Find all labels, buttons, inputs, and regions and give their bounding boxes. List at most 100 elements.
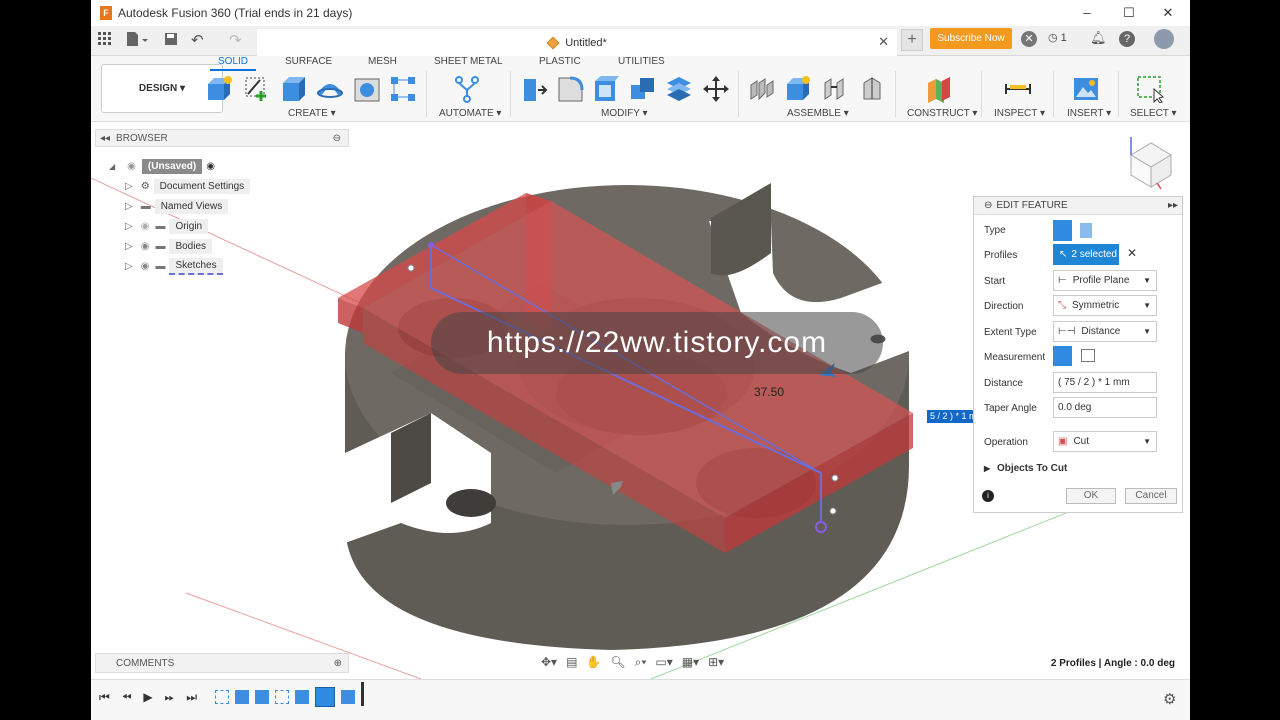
browser-item-named-views[interactable]: ▷ ▬ Named Views: [125, 197, 229, 215]
browser-root-item[interactable]: ◢ ◉ (Unsaved) ◉: [109, 157, 215, 175]
taper-angle-input[interactable]: 0.0 deg: [1053, 397, 1157, 418]
pan-icon[interactable]: ✋: [586, 655, 601, 669]
go-to-start-icon[interactable]: ⏮: [99, 690, 110, 705]
pattern-icon[interactable]: [389, 75, 417, 103]
timeline-settings-gear-icon[interactable]: ⚙: [1163, 690, 1176, 708]
insert-image-icon[interactable]: [1072, 75, 1100, 103]
joint-icon[interactable]: [821, 75, 849, 103]
tab-utilities[interactable]: UTILITIES: [618, 56, 665, 67]
help-icon[interactable]: ?: [1119, 31, 1135, 47]
construct-plane-icon[interactable]: [924, 75, 952, 103]
undo-icon[interactable]: ↶: [191, 31, 204, 49]
create-menu[interactable]: CREATE ▾: [288, 108, 336, 119]
document-tab[interactable]: Untitled* ✕: [257, 29, 897, 56]
workspace-switcher-button[interactable]: DESIGN ▾: [101, 64, 223, 113]
measure-icon[interactable]: [1004, 75, 1032, 103]
tab-mesh[interactable]: MESH: [368, 56, 397, 67]
distance-input[interactable]: ( 75 / 2 ) * 1 mm: [1053, 372, 1157, 393]
active-indicator-icon[interactable]: ◉: [206, 161, 215, 172]
display-settings-icon[interactable]: ▭▾: [655, 655, 672, 669]
timeline-sketch-icon[interactable]: [215, 690, 229, 704]
close-tab-icon[interactable]: ✕: [878, 34, 889, 50]
fit-icon[interactable]: ⌕▾: [635, 655, 647, 670]
press-pull-icon[interactable]: [520, 75, 548, 103]
browser-item-document-settings[interactable]: ▷ ⚙ Document Settings: [125, 177, 251, 195]
step-back-icon[interactable]: ⏪︎: [122, 690, 132, 705]
revolve-icon[interactable]: [316, 75, 344, 103]
canvas-viewport[interactable]: ◂◂ BROWSER ⊖ ◢ ◉ (Unsaved) ◉ ▷ ⚙ Documen…: [91, 123, 1190, 679]
ok-button[interactable]: OK: [1066, 488, 1116, 504]
subscribe-button[interactable]: Subscribe Now: [930, 28, 1012, 49]
viewports-icon[interactable]: ⊞▾: [708, 655, 724, 669]
edit-feature-header[interactable]: ⊖ EDIT FEATURE ▸▸: [974, 197, 1182, 215]
orbit-icon[interactable]: ✥▾: [541, 655, 557, 669]
inspect-menu[interactable]: INSPECT ▾: [994, 108, 1045, 119]
play-icon[interactable]: ▶: [143, 690, 152, 705]
combine-icon[interactable]: [629, 75, 657, 103]
eye-icon[interactable]: ◉: [141, 241, 150, 252]
tab-surface[interactable]: SURFACE: [285, 56, 332, 67]
start-select[interactable]: ⊢ Profile Plane ▼: [1053, 270, 1157, 291]
job-status[interactable]: ◷ 1: [1048, 31, 1067, 44]
browser-item-origin[interactable]: ▷ ◉ ▬ Origin: [125, 217, 209, 235]
extent-type-select[interactable]: ⊢⊣ Distance ▼: [1053, 321, 1157, 342]
type-thin-icon[interactable]: [1080, 223, 1092, 238]
browser-item-bodies[interactable]: ▷ ◉ ▬ Bodies: [125, 237, 213, 255]
close-window-button[interactable]: ✕: [1160, 5, 1176, 21]
chevron-right-icon[interactable]: ▷: [125, 181, 133, 192]
comments-panel[interactable]: COMMENTS ⊕: [95, 653, 349, 673]
cancel-button[interactable]: Cancel: [1125, 488, 1177, 504]
browser-pin-icon[interactable]: ⊖: [333, 133, 341, 144]
component-icon[interactable]: [784, 75, 812, 103]
move-icon[interactable]: [702, 75, 730, 103]
timeline-extrude-icon[interactable]: [341, 690, 355, 704]
grid-menu-icon[interactable]: [98, 32, 112, 46]
new-tab-button[interactable]: +: [901, 29, 923, 51]
eye-hidden-icon[interactable]: ◉: [141, 221, 150, 232]
create-sketch-icon[interactable]: [243, 75, 271, 103]
shell-icon[interactable]: [592, 75, 620, 103]
modify-menu[interactable]: MODIFY ▾: [601, 108, 648, 119]
collapse-icon[interactable]: ◂◂: [100, 133, 110, 144]
profiles-selection-button[interactable]: ↖ 2 selected: [1053, 244, 1119, 265]
expand-panel-icon[interactable]: ▸▸: [1168, 200, 1178, 211]
info-icon[interactable]: i: [982, 490, 994, 502]
automate-menu[interactable]: AUTOMATE ▾: [439, 108, 501, 119]
browser-header[interactable]: ◂◂ BROWSER ⊖: [95, 129, 349, 147]
tab-sheet-metal[interactable]: SHEET METAL: [434, 56, 503, 67]
objects-to-cut-toggle[interactable]: ▶ Objects To Cut: [984, 463, 1067, 474]
select-icon[interactable]: [1136, 75, 1164, 103]
extrude-icon[interactable]: [280, 75, 308, 103]
maximize-button[interactable]: ☐: [1121, 5, 1137, 21]
expand-triangle-icon[interactable]: ◢: [109, 162, 115, 171]
redo-icon[interactable]: ↷: [229, 31, 242, 49]
chevron-right-icon[interactable]: ▷: [125, 221, 133, 232]
measurement-symmetric-icon[interactable]: [1053, 346, 1072, 366]
go-to-end-icon[interactable]: ⏭: [186, 690, 197, 705]
timeline-active-feature-icon[interactable]: [315, 687, 335, 707]
browser-item-sketches[interactable]: ▷ ◉ ▬ Sketches: [125, 257, 223, 275]
notifications-bell-icon[interactable]: 🔔︎: [1090, 30, 1107, 46]
eye-icon[interactable]: ◉: [141, 261, 150, 272]
fillet-icon[interactable]: [556, 75, 584, 103]
file-menu-icon[interactable]: [126, 31, 148, 47]
timeline-extrude-icon[interactable]: [295, 690, 309, 704]
new-component-icon[interactable]: [206, 75, 234, 103]
step-forward-icon[interactable]: ⏩︎: [165, 690, 175, 705]
direction-select[interactable]: ⤡ Symmetric ▼: [1053, 295, 1157, 316]
timeline-marker[interactable]: [361, 682, 364, 706]
chevron-right-icon[interactable]: ▷: [125, 201, 133, 212]
measurement-whole-icon[interactable]: [1081, 349, 1095, 362]
save-icon[interactable]: [164, 32, 178, 46]
collapse-icon[interactable]: ⊖: [984, 200, 992, 211]
add-comment-icon[interactable]: ⊕: [334, 658, 342, 669]
offset-face-icon[interactable]: [665, 75, 693, 103]
look-at-icon[interactable]: ▤: [566, 655, 577, 669]
chevron-right-icon[interactable]: ▷: [125, 241, 133, 252]
clear-selection-icon[interactable]: ✕: [1127, 246, 1137, 260]
zoom-icon[interactable]: 🔍︎: [610, 655, 625, 669]
timeline-extrude-icon[interactable]: [235, 690, 249, 704]
insert-menu[interactable]: INSERT ▾: [1067, 108, 1111, 119]
minimize-button[interactable]: –: [1079, 5, 1095, 20]
chevron-right-icon[interactable]: ▷: [125, 261, 133, 272]
